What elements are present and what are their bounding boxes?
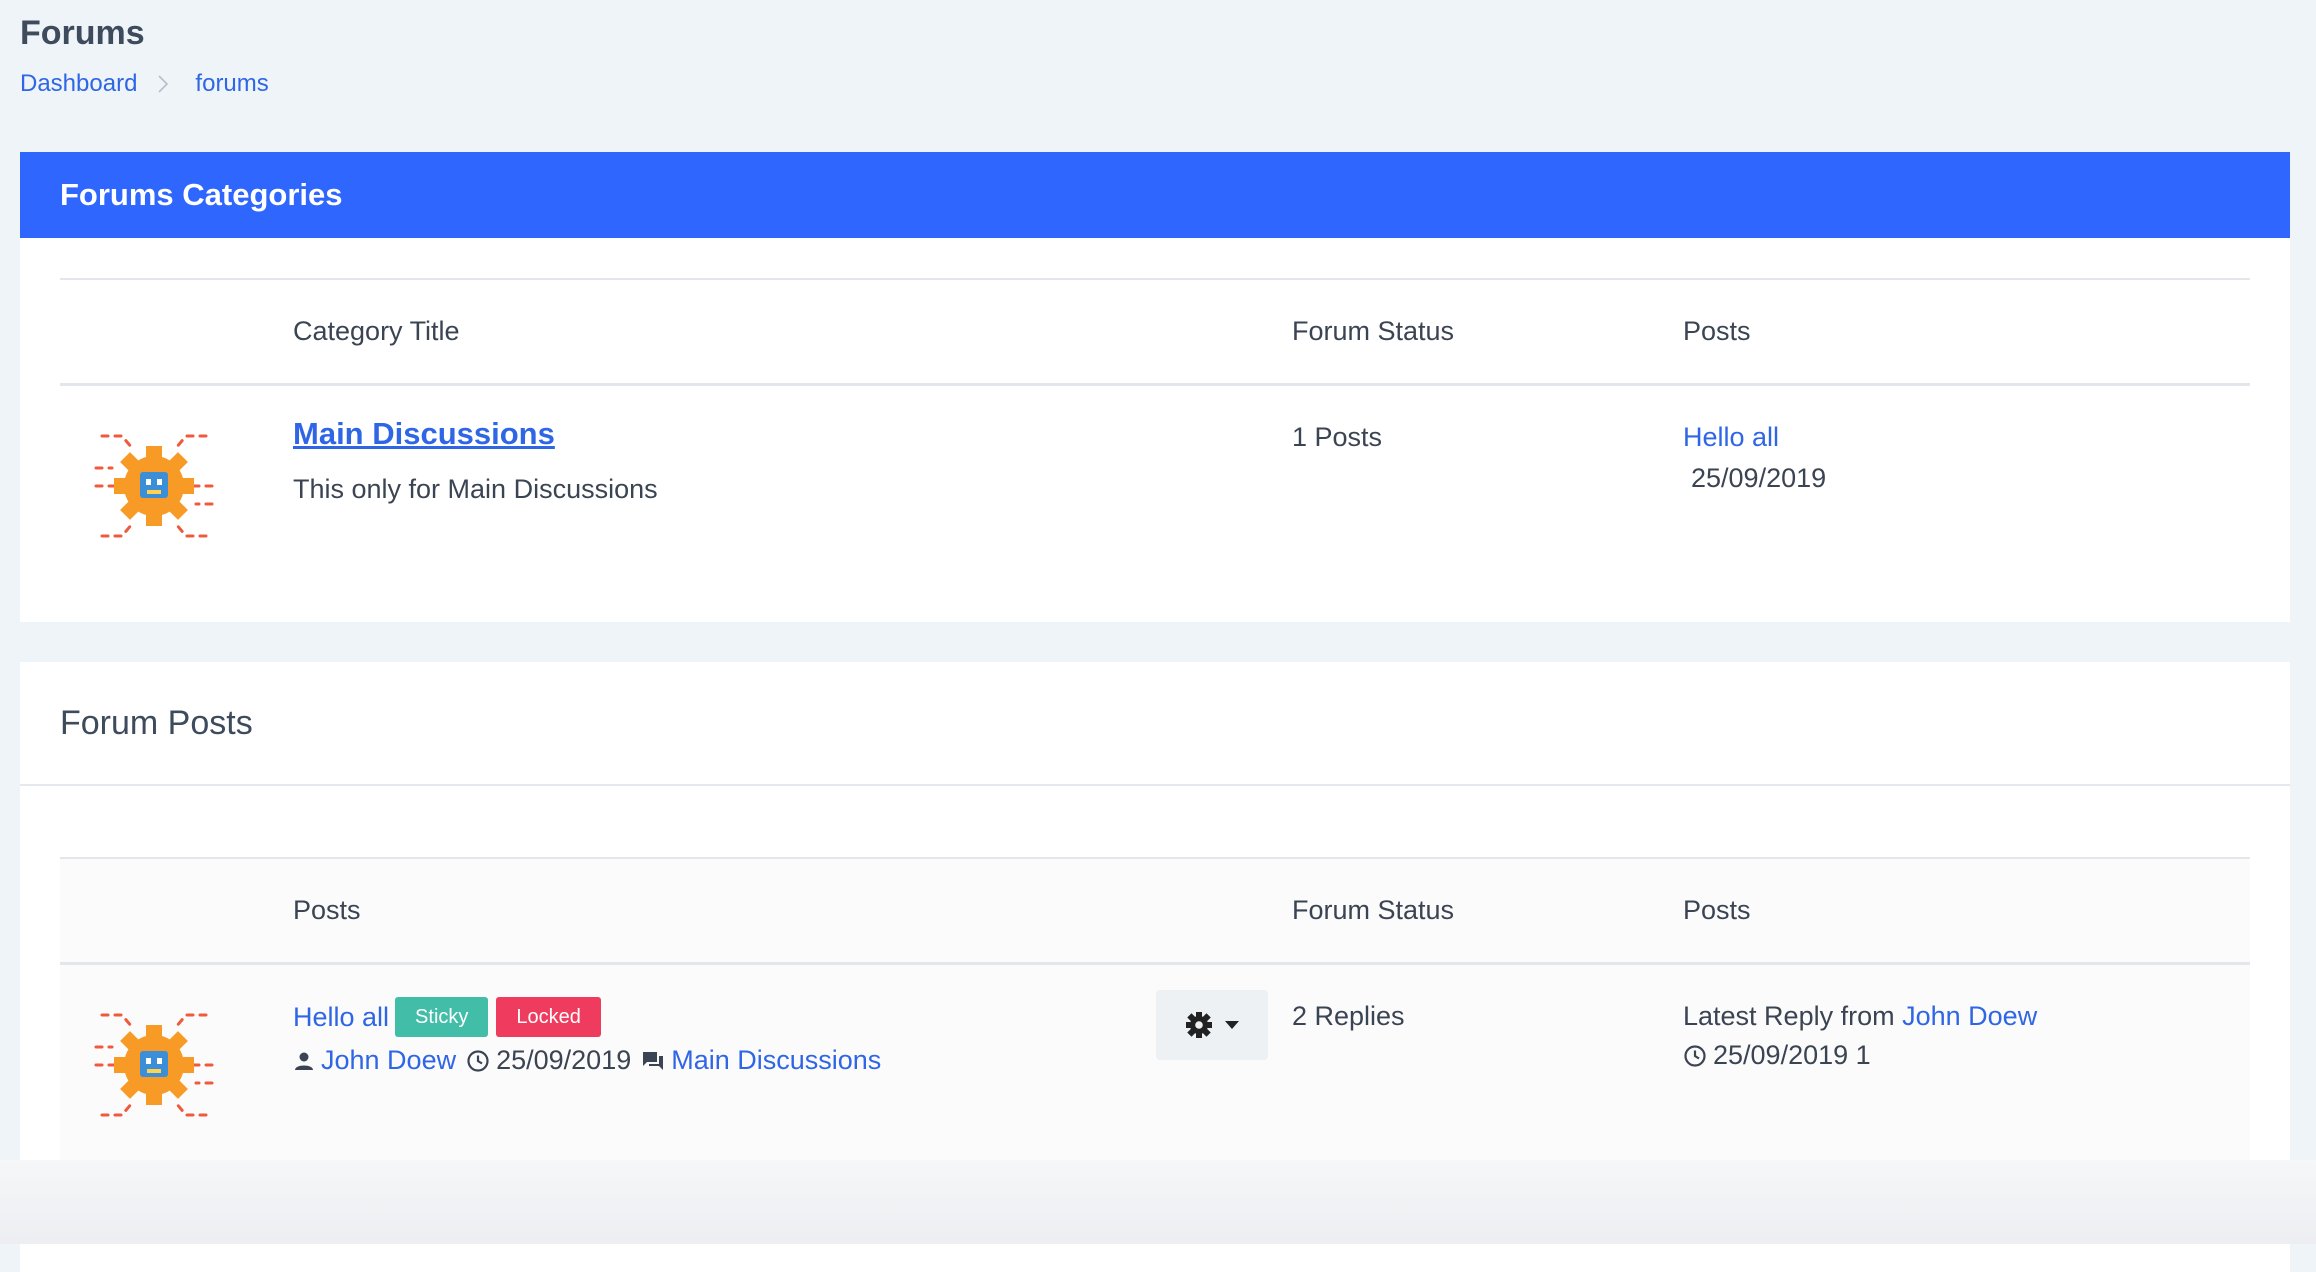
user-icon (295, 1052, 313, 1070)
post-replies-status: 2 Replies (1292, 1001, 1405, 1031)
latest-post-link[interactable]: Hello all (1683, 422, 1779, 452)
breadcrumb-forums-link[interactable]: forums (195, 70, 268, 98)
forums-categories-card: Forums Categories Category Title Forum S… (20, 152, 2290, 622)
latest-reply-date: 25/09/2019 1 (1713, 1040, 1871, 1070)
post-category-link[interactable]: Main Discussions (671, 1045, 881, 1076)
latest-reply-author-link[interactable]: John Doew (1902, 1001, 2037, 1031)
post-date: 25/09/2019 (496, 1045, 632, 1075)
page-title: Forums (20, 14, 145, 52)
category-title-link[interactable]: Main Discussions (293, 416, 555, 451)
gear-robot-icon (92, 424, 216, 555)
category-description: This only for Main Discussions (293, 474, 658, 504)
post-author-link[interactable]: John Doew (321, 1045, 456, 1076)
chevron-right-icon (157, 74, 169, 94)
breadcrumb: Dashboard forums (20, 70, 269, 98)
latest-post-date: 25/09/2019 (1691, 463, 1827, 493)
post-actions-dropdown-button[interactable] (1156, 990, 1268, 1060)
forum-status: 1 Posts (1292, 422, 1383, 452)
clock-icon (1684, 1044, 1706, 1067)
locked-badge: Locked (496, 997, 601, 1037)
page-bottom-shadow (0, 1160, 2316, 1244)
gear-icon (1186, 1012, 1212, 1038)
comments-icon (643, 1051, 664, 1070)
sticky-badge: Sticky (395, 997, 489, 1037)
table-header: Posts Forum Status Posts (60, 857, 2250, 965)
column-header-posts: Posts (1683, 316, 1751, 346)
card-title: Forums Categories (20, 152, 2290, 238)
column-header-forum-status: Forum Status (1292, 895, 1455, 925)
gear-robot-icon (92, 1003, 216, 1134)
caret-down-icon (1225, 1021, 1239, 1029)
column-header-category-title: Category Title (293, 316, 460, 346)
table-row: Main Discussions This only for Main Disc… (60, 386, 2250, 586)
table-header: Category Title Forum Status Posts (60, 278, 2250, 386)
table-row: Hello all Sticky Locked John Doew 25/09/… (60, 965, 2250, 1165)
breadcrumb-dashboard-link[interactable]: Dashboard (20, 70, 137, 98)
column-header-forum-status: Forum Status (1292, 316, 1455, 346)
card-title: Forum Posts (20, 662, 2290, 786)
column-header-posts: Posts (293, 895, 361, 925)
post-title-link[interactable]: Hello all (293, 1002, 389, 1033)
latest-reply-prefix: Latest Reply from (1683, 1001, 1895, 1031)
column-header-latest-posts: Posts (1683, 895, 1751, 925)
clock-icon (467, 1049, 489, 1072)
